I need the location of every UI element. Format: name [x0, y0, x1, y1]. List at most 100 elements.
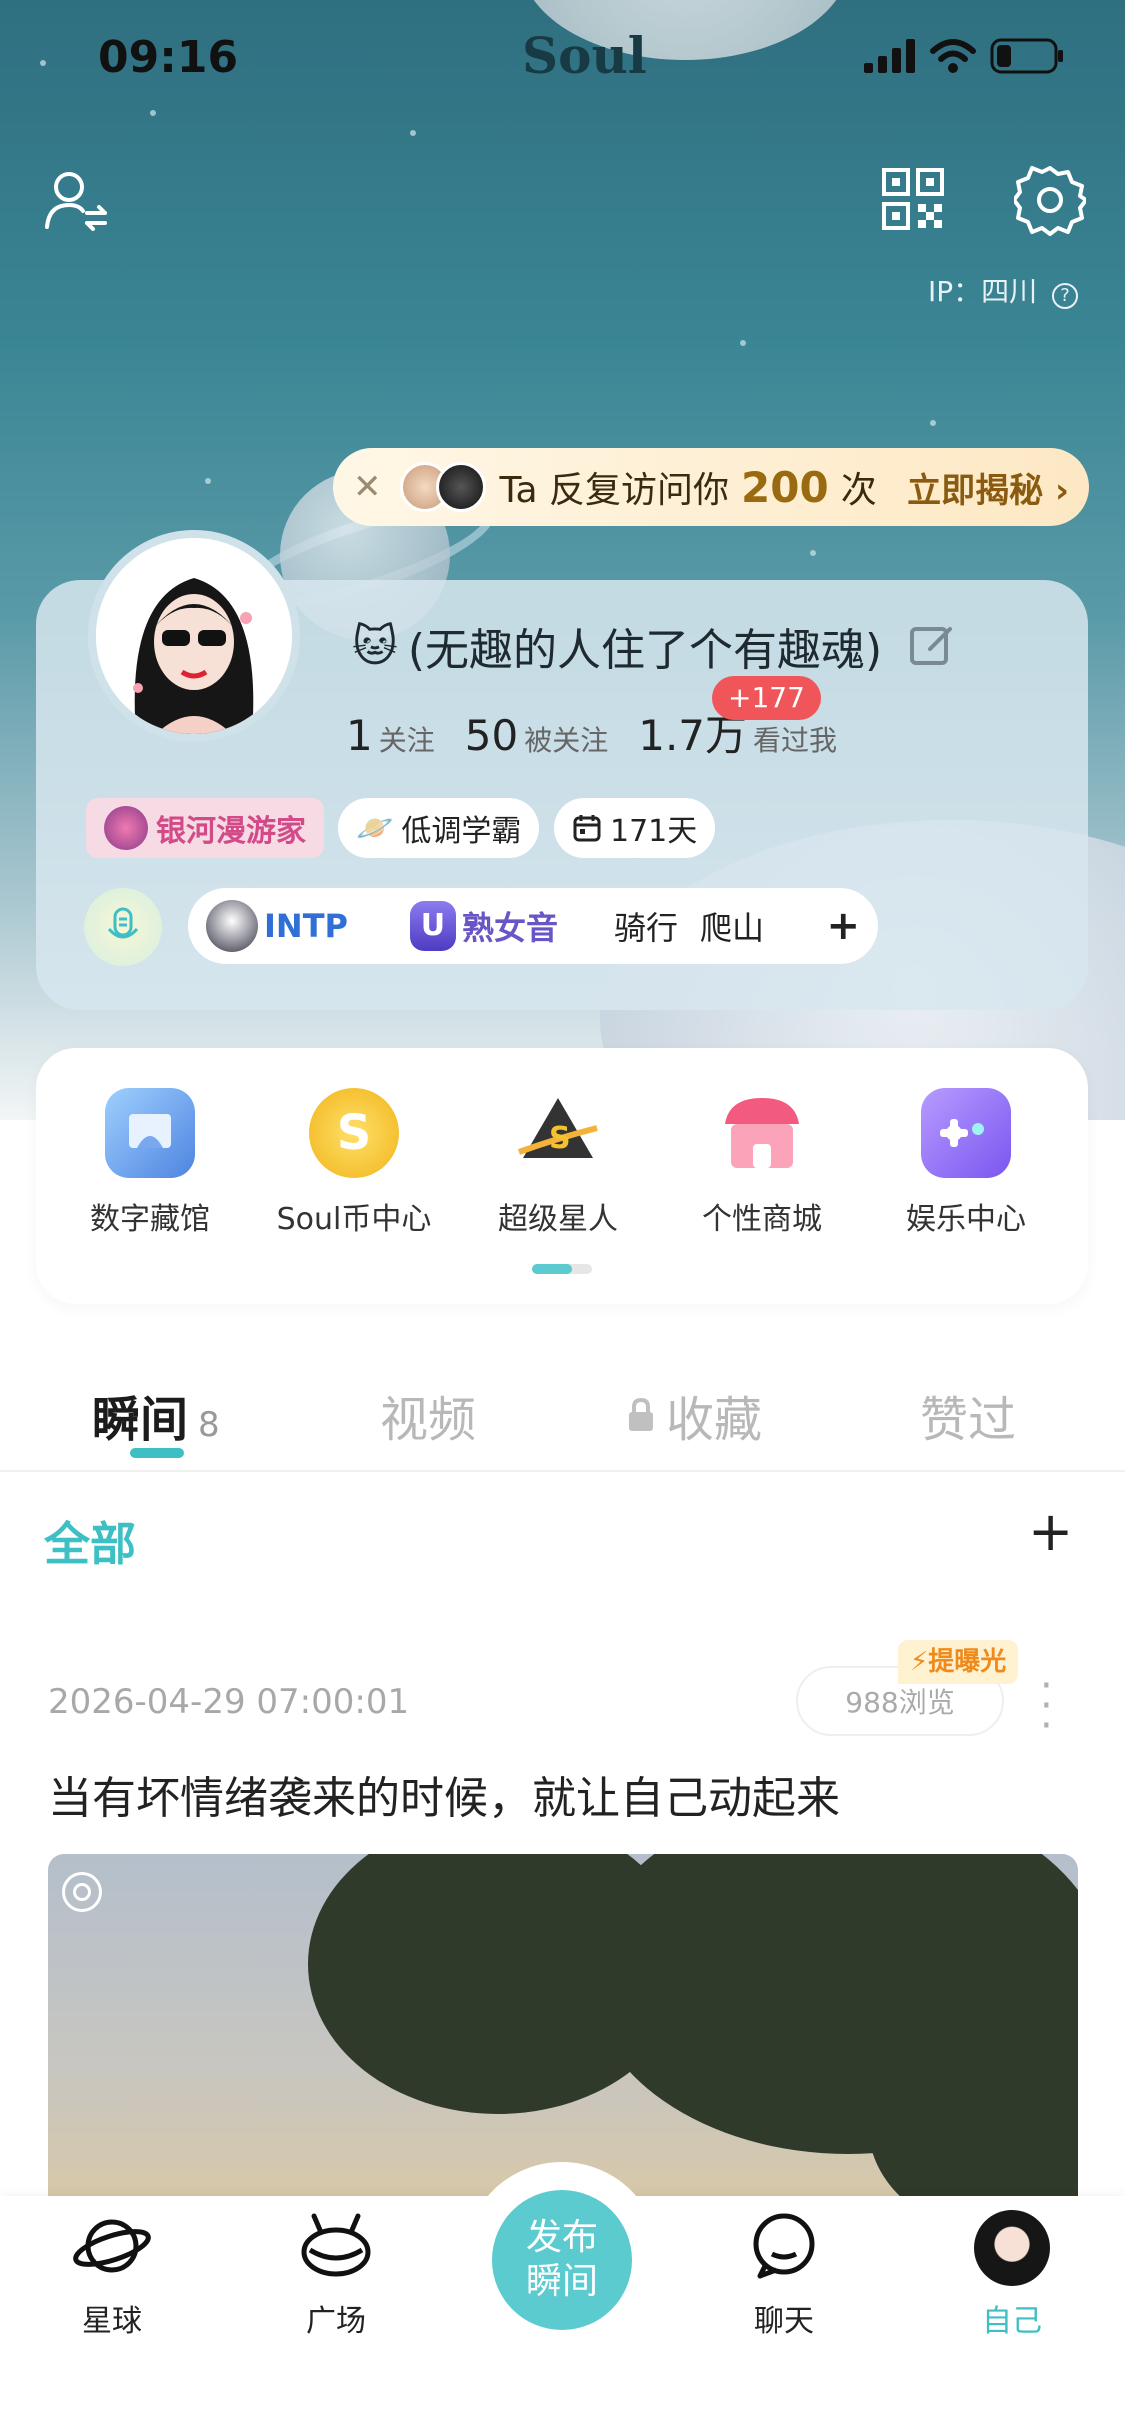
service-label: 超级星人 — [498, 1202, 618, 1237]
avatar[interactable] — [88, 530, 300, 742]
planet-outline-icon: 🪐 — [356, 810, 394, 846]
service-label: 娱乐中心 — [906, 1202, 1026, 1237]
post-text: 当有坏情绪袭来的时候，就让自己动起来 — [48, 1773, 840, 1824]
self-avatar — [974, 2210, 1050, 2286]
chat-bubble-icon — [753, 2213, 815, 2279]
tag-hiking[interactable]: 爬山 — [700, 903, 764, 949]
voice-signature-button[interactable] — [84, 888, 162, 966]
gear-icon — [1014, 166, 1086, 236]
days-badge[interactable]: 171天 — [554, 798, 716, 858]
service-label: 数字藏馆 — [90, 1202, 210, 1237]
shop-icon — [717, 1088, 807, 1178]
nickname: 🐱 (无趣的人住了个有趣魂) — [352, 614, 954, 678]
ip-location: IP：四川 ? — [928, 270, 1079, 310]
tabs-divider — [0, 1470, 1125, 1472]
tab-video-label: 视频 — [380, 1392, 477, 1448]
study-badge[interactable]: 🪐 低调学霸 — [338, 798, 540, 858]
service-digital-collection[interactable]: 数字藏馆 — [50, 1088, 250, 1238]
status-icons — [864, 38, 1064, 74]
tab-video[interactable]: 视频 — [380, 1380, 476, 1450]
game-controller-icon — [921, 1088, 1011, 1178]
tab-moments-label: 瞬间 — [92, 1392, 189, 1448]
reveal-button[interactable]: 立即揭秘 › — [907, 463, 1069, 512]
nav-self[interactable]: 自己 — [932, 2210, 1092, 2340]
nav-planet[interactable]: 星球 — [32, 2210, 192, 2340]
service-super-star[interactable]: S 超级星人 — [458, 1088, 658, 1238]
followers-stat[interactable]: 50 被关注 — [465, 711, 608, 760]
publish-label-line1: 发布 — [525, 2217, 598, 2258]
visitor-count: 200 — [741, 462, 829, 512]
settings-button[interactable] — [1010, 160, 1090, 240]
status-brand: Soul — [522, 26, 647, 85]
tab-liked-label: 赞过 — [920, 1392, 1017, 1448]
viewed-label: 看过我 — [753, 724, 838, 757]
filter-all[interactable]: 全部 — [44, 1508, 136, 1574]
tag-mbti[interactable]: INTP — [206, 900, 348, 952]
visitor-banner[interactable]: ✕ Ta 反复访问你 200 次 立即揭秘 › — [333, 448, 1089, 526]
tag-voice[interactable]: U 熟女音 — [409, 901, 558, 951]
nav-chat[interactable]: 聊天 — [704, 2210, 864, 2340]
followers-count: 50 — [464, 711, 519, 760]
qr-code-button[interactable] — [878, 164, 948, 234]
nav-self-label: 自己 — [982, 2304, 1042, 2339]
voice-shield-icon: U — [409, 901, 456, 951]
reveal-label: 立即揭秘 — [907, 470, 1044, 511]
following-count: 1 — [346, 711, 373, 760]
nav-square-label: 广场 — [306, 2304, 366, 2339]
lock-icon — [629, 1397, 653, 1431]
add-filter-icon[interactable]: + — [1028, 1500, 1073, 1563]
tab-moments[interactable]: 瞬间 8 — [92, 1380, 220, 1450]
live-photo-icon — [62, 1872, 102, 1912]
super-star-icon: S — [513, 1088, 603, 1178]
nav-planet-label: 星球 — [82, 2304, 142, 2339]
edit-icon[interactable] — [908, 623, 954, 669]
battery-icon — [990, 38, 1063, 74]
service-soul-coin[interactable]: S Soul币中心 — [254, 1088, 454, 1238]
more-options-icon[interactable]: · · · — [1040, 1666, 1053, 1746]
following-stat[interactable]: 1 关注 — [346, 711, 435, 760]
tag-cycling[interactable]: 骑行 — [614, 903, 678, 949]
astronaut-icon — [206, 900, 258, 952]
tab-active-indicator — [130, 1448, 184, 1458]
voice-icon — [107, 907, 139, 939]
tag-intp-label: INTP — [264, 907, 348, 945]
service-label: 个性商城 — [702, 1202, 822, 1237]
calendar-icon — [573, 815, 601, 842]
publish-label-line2: 瞬间 — [525, 2261, 598, 2302]
cellular-signal-icon — [864, 39, 915, 73]
planet-icon — [73, 2219, 151, 2273]
viewed-increment-badge: +177 — [712, 676, 821, 720]
svg-text:S: S — [549, 1121, 571, 1156]
lightning-icon: ⚡ — [910, 1647, 929, 1677]
nav-square[interactable]: 广场 — [256, 2210, 416, 2340]
add-tag-icon[interactable]: + — [826, 903, 860, 949]
days-badge-label: 171天 — [610, 814, 698, 849]
tab-favorites-label: 收藏 — [666, 1392, 763, 1448]
digital-collection-icon — [105, 1088, 195, 1178]
visitor-prefix: Ta 反复访问你 — [499, 470, 730, 511]
services-card: 数字藏馆 S Soul币中心 S 超级星人 个性商城 娱乐中心 — [36, 1048, 1088, 1304]
boost-badge[interactable]: ⚡提曝光 — [898, 1640, 1019, 1684]
soul-coin-icon: S — [309, 1088, 399, 1178]
switch-account-button[interactable] — [40, 164, 112, 236]
tab-favorites[interactable]: 收藏 — [626, 1380, 762, 1450]
square-ufo-icon — [301, 2213, 371, 2277]
post-image[interactable] — [48, 1854, 1078, 2214]
followers-label: 被关注 — [524, 724, 609, 757]
avatar-illustration — [96, 538, 292, 734]
close-icon[interactable]: ✕ — [353, 467, 382, 507]
service-shop[interactable]: 个性商城 — [662, 1088, 862, 1238]
help-icon[interactable]: ? — [1052, 283, 1079, 309]
wifi-icon — [930, 39, 976, 73]
galaxy-badge[interactable]: 银河漫游家 — [86, 798, 324, 858]
publish-button[interactable]: 发布 瞬间 — [492, 2190, 632, 2330]
status-time: 09:16 — [98, 32, 239, 83]
qr-code-icon — [882, 168, 944, 230]
service-label: Soul币中心 — [276, 1202, 432, 1237]
tab-moments-count: 8 — [198, 1405, 220, 1445]
boost-label: 提曝光 — [928, 1647, 1007, 1677]
tab-liked[interactable]: 赞过 — [920, 1380, 1016, 1450]
study-badge-label: 低调学霸 — [401, 814, 522, 849]
following-label: 关注 — [378, 724, 435, 757]
service-entertainment[interactable]: 娱乐中心 — [866, 1088, 1066, 1238]
